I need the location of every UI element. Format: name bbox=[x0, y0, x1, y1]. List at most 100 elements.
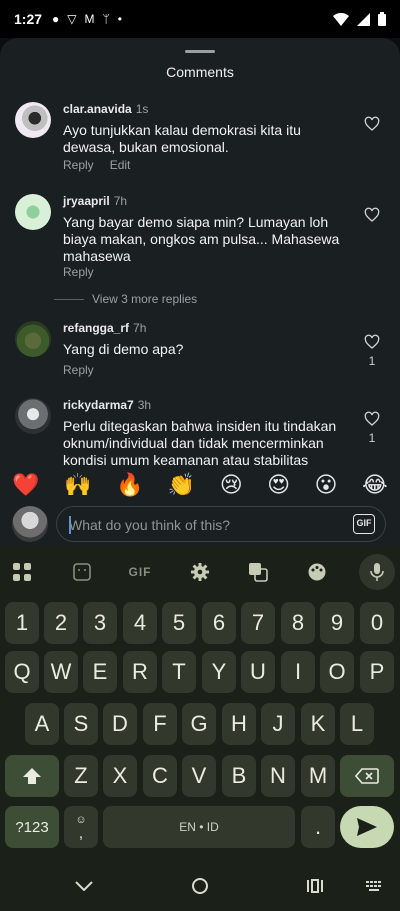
key-i[interactable]: I bbox=[281, 651, 315, 693]
wifi-icon bbox=[333, 12, 349, 26]
key-s[interactable]: S bbox=[64, 703, 98, 745]
emoji-crying[interactable]: 😢 bbox=[220, 473, 243, 498]
comment-header: jryaapril 7h bbox=[63, 194, 127, 208]
settings-gear-icon[interactable] bbox=[182, 554, 218, 590]
emoji-heart[interactable]: ❤️ bbox=[12, 473, 39, 498]
drag-handle[interactable] bbox=[185, 50, 215, 53]
avatar[interactable] bbox=[15, 102, 51, 138]
key-6[interactable]: 6 bbox=[202, 602, 236, 644]
key-e[interactable]: E bbox=[83, 651, 117, 693]
key-y[interactable]: Y bbox=[202, 651, 236, 693]
key-1[interactable]: 1 bbox=[5, 602, 39, 644]
like-count: 1 bbox=[368, 431, 376, 445]
like-heart-icon[interactable] bbox=[364, 411, 380, 427]
home-circle-icon[interactable] bbox=[188, 874, 212, 898]
comments-sheet: Comments clar.anavida 1s Ayo tunjukkan ka… bbox=[0, 38, 400, 466]
comment-input[interactable]: What do you think of this? GIF bbox=[56, 506, 386, 542]
key-5[interactable]: 5 bbox=[162, 602, 196, 644]
gif-keyboard-button[interactable]: GIF bbox=[122, 554, 158, 590]
emoji-raised-hands[interactable]: 🙌 bbox=[64, 473, 91, 498]
emoji-clap[interactable]: 👏 bbox=[168, 473, 195, 498]
emoji-comma-key[interactable]: ☺ , bbox=[64, 806, 98, 848]
edit-button[interactable]: Edit bbox=[110, 158, 131, 172]
key-p[interactable]: P bbox=[360, 651, 394, 693]
palette-icon[interactable] bbox=[299, 554, 335, 590]
recents-icon[interactable] bbox=[303, 874, 327, 898]
send-key[interactable] bbox=[340, 806, 394, 848]
key-b[interactable]: B bbox=[222, 755, 256, 797]
shift-key[interactable] bbox=[5, 755, 59, 797]
view-more-replies[interactable]: View 3 more replies bbox=[54, 292, 197, 306]
key-w[interactable]: W bbox=[44, 651, 78, 693]
comment-username[interactable]: rickydarma7 bbox=[63, 398, 134, 412]
emoji-laughing[interactable]: 😂 bbox=[362, 473, 388, 498]
key-u[interactable]: U bbox=[241, 651, 275, 693]
emoji-surprised[interactable]: 😮 bbox=[315, 473, 338, 498]
avatar[interactable] bbox=[15, 398, 51, 434]
backspace-key[interactable] bbox=[340, 755, 394, 797]
divider bbox=[54, 298, 84, 300]
key-o[interactable]: O bbox=[320, 651, 354, 693]
keyboard-toolbar: GIF bbox=[0, 554, 400, 590]
notification-icons: ● ▽ M ᛘ • bbox=[52, 12, 122, 26]
key-g[interactable]: G bbox=[182, 703, 216, 745]
comment-placeholder: What do you think of this? bbox=[69, 517, 231, 533]
key-v[interactable]: V bbox=[182, 755, 216, 797]
key-9[interactable]: 9 bbox=[320, 602, 354, 644]
key-x[interactable]: X bbox=[103, 755, 137, 797]
apps-grid-icon[interactable] bbox=[4, 554, 40, 590]
sheet-title: Comments bbox=[166, 64, 234, 80]
comment-text: Perlu ditegaskan bahwa insiden itu tinda… bbox=[63, 418, 337, 466]
key-r[interactable]: R bbox=[123, 651, 157, 693]
reply-button[interactable]: Reply bbox=[63, 158, 94, 172]
key-7[interactable]: 7 bbox=[241, 602, 275, 644]
key-l[interactable]: L bbox=[340, 703, 374, 745]
key-8[interactable]: 8 bbox=[281, 602, 315, 644]
key-n[interactable]: N bbox=[261, 755, 295, 797]
key-a[interactable]: A bbox=[25, 703, 59, 745]
keyboard-switch-icon[interactable] bbox=[362, 874, 386, 898]
microphone-icon[interactable] bbox=[359, 554, 395, 590]
period-key[interactable]: . bbox=[301, 806, 335, 848]
key-m[interactable]: M bbox=[301, 755, 335, 797]
key-0[interactable]: 0 bbox=[360, 602, 394, 644]
dot-icon: • bbox=[117, 12, 122, 26]
comment-username[interactable]: jryaapril bbox=[63, 194, 110, 208]
key-f[interactable]: F bbox=[143, 703, 177, 745]
back-chevron-icon[interactable] bbox=[72, 874, 96, 898]
gmail-icon: M bbox=[84, 12, 95, 26]
space-key[interactable]: EN • ID bbox=[103, 806, 295, 848]
sticker-icon[interactable] bbox=[64, 554, 100, 590]
key-k[interactable]: K bbox=[301, 703, 335, 745]
avatar[interactable] bbox=[15, 194, 51, 230]
avatar[interactable] bbox=[15, 321, 51, 357]
like-heart-icon[interactable] bbox=[364, 334, 380, 350]
keyboard: GIF 1 2 3 4 5 6 7 8 9 0 Q W E R T Y U I bbox=[0, 546, 400, 856]
reply-button[interactable]: Reply bbox=[63, 363, 94, 377]
key-2[interactable]: 2 bbox=[44, 602, 78, 644]
translate-icon[interactable] bbox=[240, 554, 276, 590]
comment-username[interactable]: refangga_rf bbox=[63, 321, 129, 335]
key-c[interactable]: C bbox=[143, 755, 177, 797]
key-t[interactable]: T bbox=[162, 651, 196, 693]
key-h[interactable]: H bbox=[222, 703, 256, 745]
reply-button[interactable]: Reply bbox=[63, 265, 94, 279]
gif-button[interactable]: GIF bbox=[353, 514, 375, 534]
key-j[interactable]: J bbox=[261, 703, 295, 745]
comment-text: Yang bayar demo siapa min? Lumayan loh b… bbox=[63, 214, 340, 264]
avatar bbox=[12, 506, 48, 542]
emoji-fire[interactable]: 🔥 bbox=[116, 473, 143, 498]
symbols-key[interactable]: ?123 bbox=[5, 806, 59, 848]
emoji-heart-eyes[interactable]: 😍 bbox=[267, 473, 290, 498]
status-bar: 1:27 ● ▽ M ᛘ • bbox=[0, 0, 400, 38]
key-4[interactable]: 4 bbox=[123, 602, 157, 644]
key-d[interactable]: D bbox=[103, 703, 137, 745]
key-q[interactable]: Q bbox=[5, 651, 39, 693]
backspace-icon bbox=[355, 768, 379, 784]
send-icon bbox=[357, 818, 377, 836]
like-heart-icon[interactable] bbox=[364, 207, 380, 223]
comment-username[interactable]: clar.anavida bbox=[63, 102, 132, 116]
key-3[interactable]: 3 bbox=[83, 602, 117, 644]
key-z[interactable]: Z bbox=[64, 755, 98, 797]
like-heart-icon[interactable] bbox=[364, 116, 380, 132]
